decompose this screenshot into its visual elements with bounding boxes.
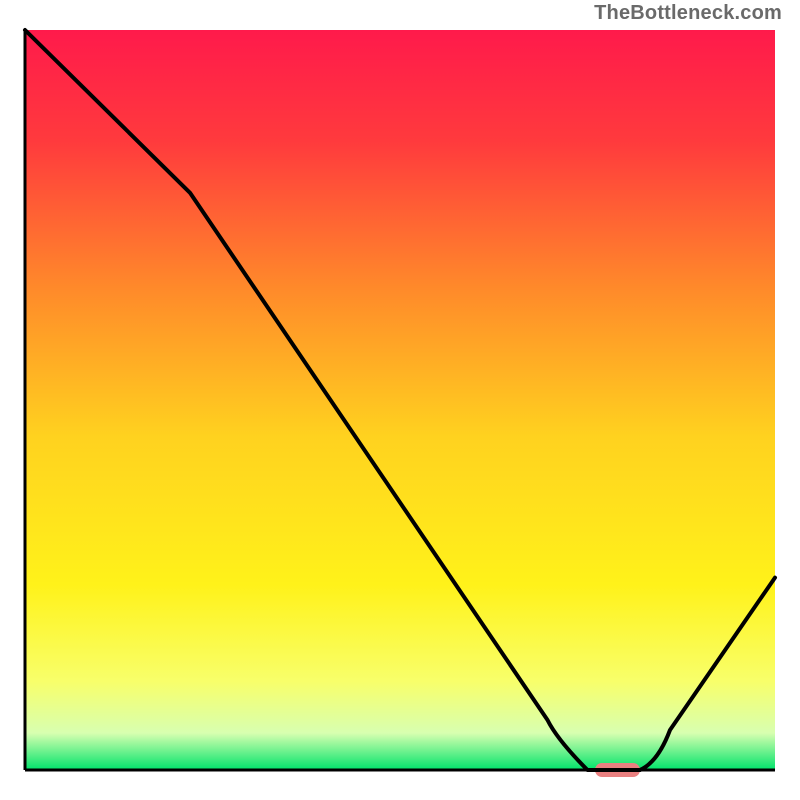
chart-container: TheBottleneck.com	[0, 0, 800, 800]
chart-svg	[0, 0, 800, 800]
